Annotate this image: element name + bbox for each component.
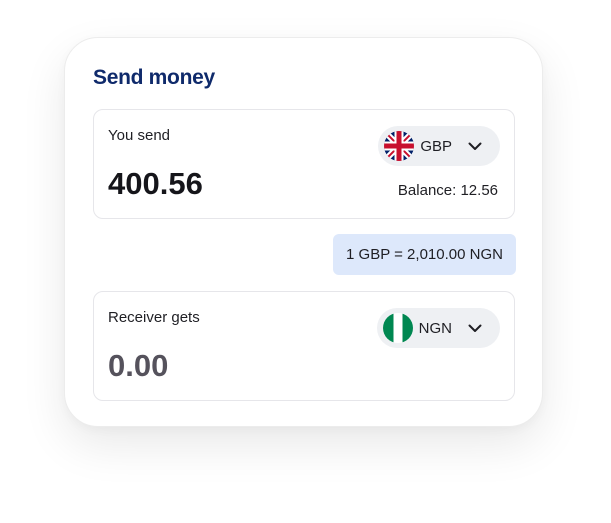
send-amount-input[interactable]: 400.56: [108, 166, 203, 202]
receive-currency-selector[interactable]: NGN: [376, 308, 500, 348]
send-currency-code: GBP: [420, 137, 452, 155]
send-label: You send: [108, 127, 171, 144]
receive-currency-code: NGN: [418, 319, 452, 337]
nigeria-flag-icon: [382, 313, 413, 343]
card-title: Send money: [93, 66, 215, 89]
exchange-rate-badge: 1 GBP = 2,010.00 NGN: [333, 234, 516, 275]
chevron-down-icon: [468, 324, 482, 332]
chevron-down-icon: [468, 142, 482, 150]
balance-text: Balance: 12.56: [397, 182, 498, 199]
receive-panel: Receiver gets 0.00 NGN: [93, 291, 515, 401]
receive-label: Receiver gets: [108, 309, 200, 326]
send-money-card: Send money You send 400.56 GBP Balance: …: [64, 37, 543, 427]
uk-flag-icon: [384, 131, 415, 161]
send-panel: You send 400.56 GBP Balance: 12.56: [93, 109, 515, 219]
send-currency-selector[interactable]: GBP: [378, 126, 500, 166]
receive-amount-input[interactable]: 0.00: [108, 348, 168, 384]
